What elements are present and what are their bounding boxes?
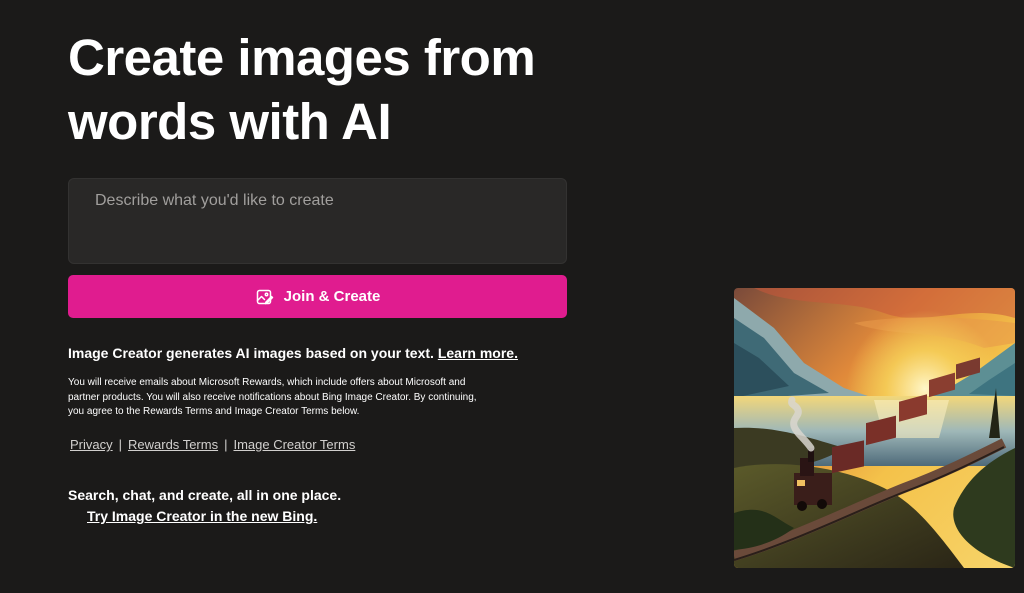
link-separator: |	[118, 437, 123, 452]
privacy-link[interactable]: Privacy	[70, 437, 113, 452]
rewards-disclaimer: You will receive emails about Microsoft …	[68, 377, 477, 417]
showcase-image	[734, 288, 1015, 568]
page-title-line-1: Create images from	[68, 29, 536, 86]
page-title-line-2: words with AI	[68, 93, 392, 150]
learn-more-link[interactable]: Learn more.	[438, 345, 518, 361]
rewards-terms-link[interactable]: Rewards Terms	[128, 437, 218, 452]
prompt-container	[68, 178, 567, 264]
join-and-create-button[interactable]: Join & Create	[68, 275, 567, 318]
promo-text: Search, chat, and create, all in one pla…	[68, 487, 342, 503]
prompt-input[interactable]	[95, 191, 540, 251]
join-and-create-label: Join & Create	[283, 288, 381, 305]
info-line: Image Creator generates AI images based …	[68, 345, 518, 361]
page-title: Create images from words with AI	[68, 26, 628, 154]
image-sparkle-icon	[255, 287, 275, 307]
image-creator-terms-link[interactable]: Image Creator Terms	[233, 437, 355, 452]
info-text: Image Creator generates AI images based …	[68, 345, 434, 361]
footer-links: Privacy | Rewards Terms | Image Creator Term…	[70, 437, 355, 452]
link-separator: |	[224, 437, 228, 452]
image-creator-page: Create images from words with AI Join & …	[0, 0, 1024, 593]
try-new-bing-link[interactable]: Try Image Creator in the new Bing.	[87, 508, 317, 524]
